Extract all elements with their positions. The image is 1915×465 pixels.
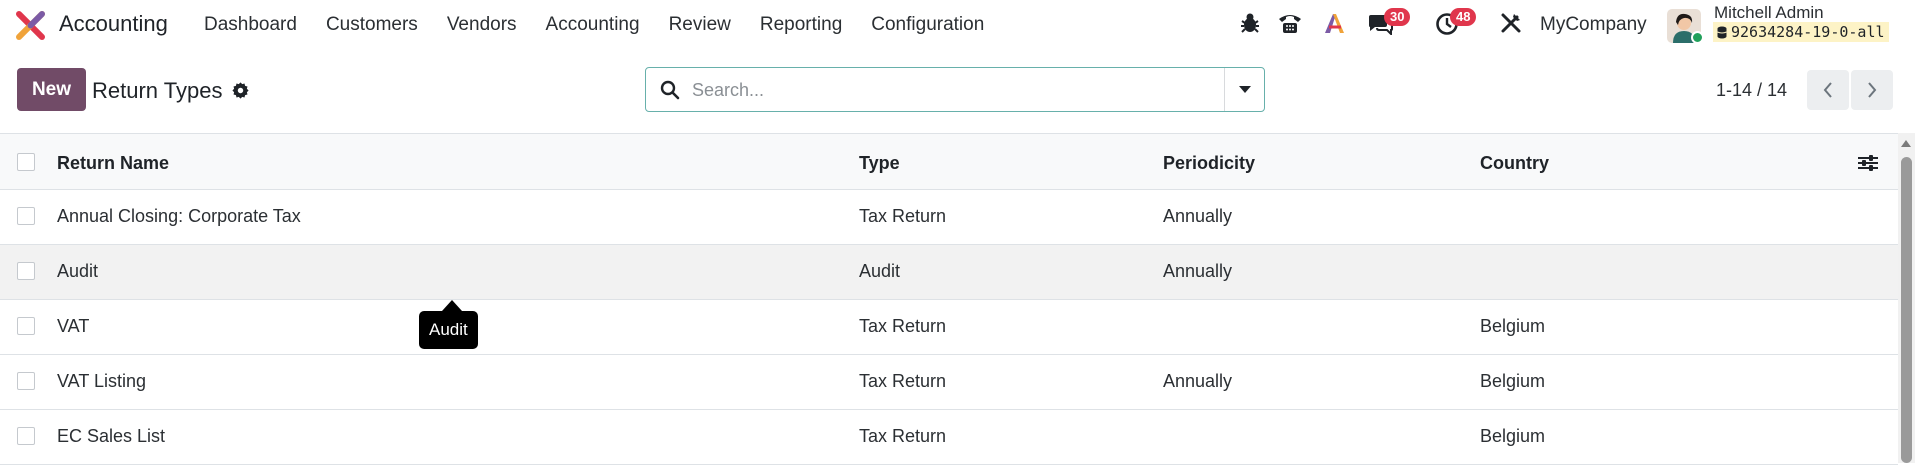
search-icon xyxy=(660,80,680,100)
menu-item-accounting[interactable]: Accounting xyxy=(546,14,640,36)
odoo-app-logo-icon[interactable] xyxy=(16,11,45,40)
column-header-country[interactable]: Country xyxy=(1480,153,1549,174)
database-badge: 92634284-19-0-all xyxy=(1713,22,1889,42)
column-header-periodicity[interactable]: Periodicity xyxy=(1163,153,1255,174)
search-input[interactable] xyxy=(692,77,1192,103)
cell-return-name: EC Sales List xyxy=(57,426,166,446)
database-icon xyxy=(1717,26,1727,38)
bug-icon[interactable] xyxy=(1240,12,1260,34)
messages-badge: 30 xyxy=(1384,8,1411,26)
row-checkbox[interactable] xyxy=(17,427,35,445)
column-header-return-name[interactable]: Return Name xyxy=(57,153,169,174)
cell-country: Belgium xyxy=(1480,316,1546,336)
telephone-icon[interactable] xyxy=(1277,11,1303,35)
tooltip: Audit xyxy=(419,311,478,349)
optional-columns-icon[interactable] xyxy=(1858,154,1878,172)
pager-next-button[interactable] xyxy=(1851,70,1893,110)
database-name: 92634284-19-0-all xyxy=(1731,23,1885,41)
cell-return-name: VAT xyxy=(57,316,90,336)
table-row[interactable]: EC Sales List Tax Return Belgium xyxy=(0,410,1898,465)
cell-type: Audit xyxy=(859,261,901,281)
search-bar xyxy=(645,67,1265,112)
company-switcher[interactable]: MyCompany xyxy=(1540,14,1647,36)
list-header: Return Name Type Periodicity Country xyxy=(0,133,1898,190)
menu-item-dashboard[interactable]: Dashboard xyxy=(204,14,297,36)
table-row[interactable]: VAT Listing Tax Return Annually Belgium xyxy=(0,355,1898,410)
menu-item-review[interactable]: Review xyxy=(669,14,731,36)
scroll-up-arrow-icon[interactable] xyxy=(1901,140,1911,147)
menu-item-customers[interactable]: Customers xyxy=(326,14,418,36)
cell-periodicity: Annually xyxy=(1163,261,1233,281)
cell-type: Tax Return xyxy=(859,316,947,336)
online-status-dot xyxy=(1691,31,1704,44)
cell-type: Tax Return xyxy=(859,426,947,446)
menu-item-vendors[interactable]: Vendors xyxy=(447,14,517,36)
cell-return-name: VAT Listing xyxy=(57,371,147,391)
column-header-type[interactable]: Type xyxy=(859,153,900,174)
scrollbar-thumb[interactable] xyxy=(1901,157,1912,463)
user-name[interactable]: Mitchell Admin xyxy=(1714,3,1824,23)
main-navbar: Accounting Dashboard Customers Vendors A… xyxy=(0,0,1915,52)
tools-icon[interactable] xyxy=(1500,12,1522,34)
cell-country: Belgium xyxy=(1480,371,1546,391)
table-row[interactable]: VAT Tax Return Belgium xyxy=(0,300,1898,355)
cell-return-name: Annual Closing: Corporate Tax xyxy=(57,206,301,226)
app-name[interactable]: Accounting xyxy=(59,11,168,37)
gear-icon[interactable] xyxy=(232,82,249,99)
tooltip-arrow xyxy=(442,300,462,311)
pager-value[interactable]: 1-14 / 14 xyxy=(1716,80,1787,101)
row-checkbox[interactable] xyxy=(17,372,35,390)
row-checkbox[interactable] xyxy=(17,207,35,225)
main-menu: Dashboard Customers Vendors Accounting R… xyxy=(204,14,1013,36)
cell-periodicity: Annually xyxy=(1163,371,1233,391)
caret-down-icon xyxy=(1238,85,1251,93)
vertical-scrollbar[interactable] xyxy=(1898,133,1915,463)
ai-assistant-icon[interactable] xyxy=(1323,12,1347,34)
row-checkbox[interactable] xyxy=(17,317,35,335)
table-row[interactable]: Audit Audit Annually xyxy=(0,245,1898,300)
menu-item-configuration[interactable]: Configuration xyxy=(871,14,984,36)
chevron-right-icon xyxy=(1868,82,1877,98)
search-options-toggle[interactable] xyxy=(1224,68,1264,111)
cell-return-name: Audit xyxy=(57,261,99,281)
row-checkbox[interactable] xyxy=(17,262,35,280)
cell-periodicity: Annually xyxy=(1163,206,1233,226)
select-all-checkbox[interactable] xyxy=(17,153,35,171)
cell-type: Tax Return xyxy=(859,371,947,391)
new-button[interactable]: New xyxy=(17,68,86,111)
chevron-left-icon xyxy=(1823,82,1832,98)
menu-item-reporting[interactable]: Reporting xyxy=(760,14,842,36)
page-title[interactable]: Return Types xyxy=(92,78,222,104)
table-row[interactable]: Annual Closing: Corporate Tax Tax Return… xyxy=(0,190,1898,245)
pager-previous-button[interactable] xyxy=(1807,70,1849,110)
cell-country: Belgium xyxy=(1480,426,1546,446)
activities-badge: 48 xyxy=(1450,8,1477,26)
cell-type: Tax Return xyxy=(859,206,947,226)
